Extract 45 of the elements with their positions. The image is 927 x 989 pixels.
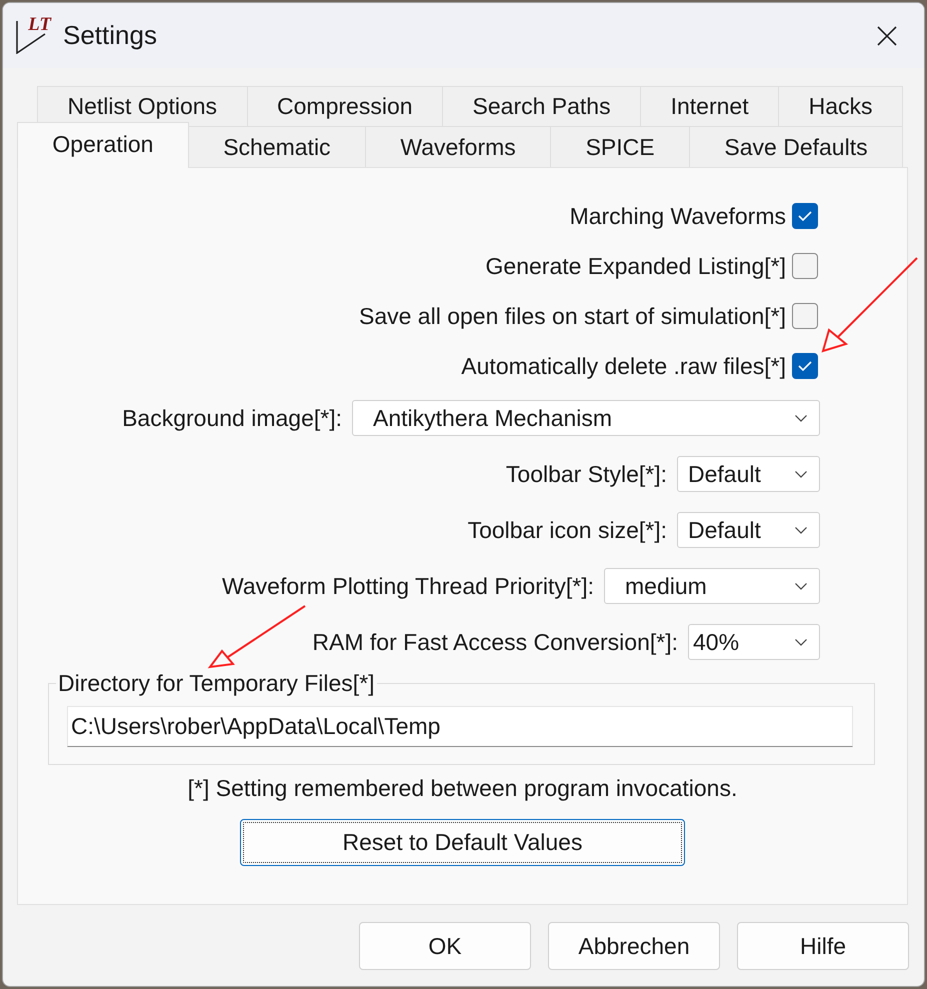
dropdown[interactable]: Default [677, 456, 820, 492]
help-button[interactable]: Hilfe [737, 922, 909, 970]
cancel-button[interactable]: Abbrechen [548, 922, 720, 970]
dropdown[interactable]: medium [604, 568, 820, 604]
tab[interactable]: Waveforms [366, 126, 552, 167]
window-title: Settings [63, 20, 158, 51]
checkbox[interactable] [792, 353, 818, 379]
chevron-icon [795, 414, 807, 422]
chevron-icon [795, 470, 807, 478]
tab[interactable]: Internet [641, 86, 780, 126]
dropdown[interactable]: Default [677, 512, 820, 548]
checkbox[interactable] [792, 303, 818, 329]
tab[interactable]: Hacks [779, 86, 903, 126]
checkbox[interactable] [792, 203, 818, 229]
group-label: Directory for Temporary Files[*] [57, 670, 376, 696]
dropdown-label: Background image[*]: [122, 404, 342, 432]
checkbox-label: Marching Waveforms [570, 202, 786, 230]
path-field[interactable]: C:\Users\rober\AppData\Local\Temp [67, 706, 853, 747]
checkbox-label: Automatically delete .raw files[*] [461, 352, 786, 380]
checkbox-label: Generate Expanded Listing[*] [486, 252, 786, 280]
reset-button[interactable]: Reset to Default Values [240, 819, 685, 866]
note-text: [*] Setting remembered between program invocations. [188, 775, 738, 801]
tab[interactable]: Netlist Options [37, 86, 248, 126]
tab[interactable]: Schematic [188, 126, 366, 167]
tab[interactable]: Compression [248, 86, 444, 126]
dropdown-label: Waveform Plotting Thread Priority[*]: [222, 572, 594, 600]
checkmark-icon [798, 211, 812, 221]
checkmark-icon [798, 361, 812, 371]
checkbox-label: Save all open files on start of simulation[*] [358, 302, 786, 330]
chevron-icon [795, 582, 807, 590]
dropdown-label: RAM for Fast Access Conversion[*]: [312, 628, 678, 656]
chevron-icon [795, 638, 807, 646]
tab[interactable]: Save Defaults [690, 126, 903, 167]
chevron-icon [795, 526, 807, 534]
tab[interactable]: Operation [17, 122, 189, 168]
ok-button[interactable]: OK [359, 922, 531, 970]
tab[interactable]: SPICE [551, 126, 690, 167]
checkbox[interactable] [792, 253, 818, 279]
dropdown[interactable]: Antikythera Mechanism [352, 400, 820, 436]
tab[interactable]: Search Paths [443, 86, 642, 126]
app-logo: LT [15, 18, 51, 54]
dropdown-label: Toolbar icon size[*]: [468, 516, 667, 544]
dropdown[interactable]: 40% [688, 624, 820, 660]
dropdown-label: Toolbar Style[*]: [506, 460, 667, 488]
close-icon[interactable] [877, 26, 897, 46]
